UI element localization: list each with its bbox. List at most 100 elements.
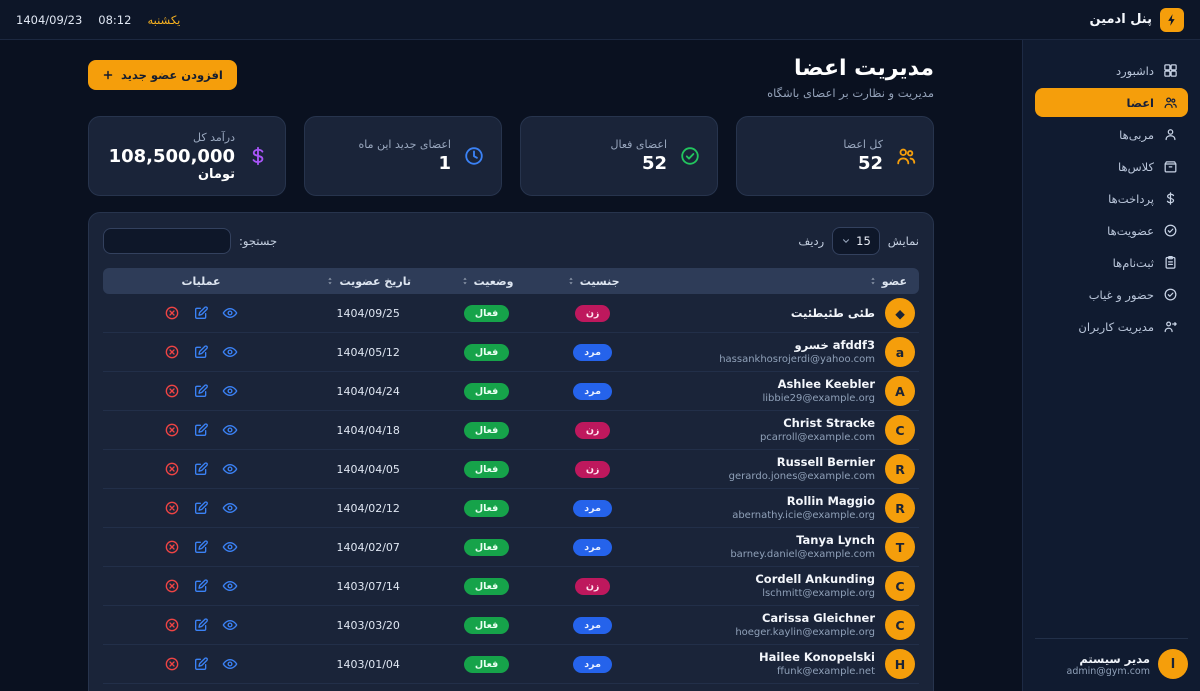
dollar-icon: [247, 145, 269, 167]
gender-cell: مرد: [536, 344, 650, 361]
status-cell: فعال: [438, 500, 536, 517]
stat-text: اعضای فعال 52: [610, 138, 667, 174]
sidebar-item-label: داشبورد: [1116, 64, 1154, 78]
delete-icon[interactable]: [164, 461, 180, 477]
status-badge: فعال: [464, 578, 509, 595]
sidebar-item[interactable]: ثبت‌نام‌ها: [1035, 248, 1188, 277]
sidebar-item[interactable]: مربی‌ها: [1035, 120, 1188, 149]
status-badge: فعال: [464, 383, 509, 400]
page-header: مدیریت اعضا مدیریت و نظارت بر اعضای باشگ…: [88, 56, 934, 100]
sidebar-item[interactable]: مدیریت کاربران: [1035, 312, 1188, 341]
page-title: مدیریت اعضا: [767, 56, 934, 81]
edit-icon[interactable]: [193, 500, 209, 516]
eye-icon[interactable]: [222, 344, 238, 360]
edit-icon[interactable]: [193, 344, 209, 360]
page-subtitle: مدیریت و نظارت بر اعضای باشگاه: [767, 86, 934, 100]
join-date: 1404/04/24: [299, 385, 438, 398]
eye-icon[interactable]: [222, 422, 238, 438]
gender-cell: مرد: [536, 617, 650, 634]
gender-cell: مرد: [536, 383, 650, 400]
status-badge: فعال: [464, 461, 509, 478]
column-header[interactable]: تاریخ عضویت: [299, 275, 438, 288]
page-size-select[interactable]: 15: [832, 227, 880, 255]
gender-badge: زن: [575, 422, 611, 439]
stat-label: اعضای فعال: [610, 138, 667, 151]
member-email: hassankhosrojerdi@yahoo.com: [719, 353, 875, 366]
delete-icon[interactable]: [164, 656, 180, 672]
row-actions: [103, 500, 299, 516]
table-row: aafddf3 خسروhassankhosrojerdi@yahoo.comم…: [103, 333, 919, 372]
member-name: Cordell Ankunding: [755, 572, 875, 587]
sidebar-item[interactable]: کلاس‌ها: [1035, 152, 1188, 181]
member-text: afddf3 خسروhassankhosrojerdi@yahoo.com: [719, 338, 875, 366]
eye-icon[interactable]: [222, 656, 238, 672]
status-badge: فعال: [464, 656, 509, 673]
eye-icon[interactable]: [222, 617, 238, 633]
memberships-icon: [1163, 223, 1178, 238]
sidebar-item[interactable]: عضویت‌ها: [1035, 216, 1188, 245]
member-text: Carissa Gleichnerhoeger.kaylin@example.o…: [735, 611, 875, 639]
delete-icon[interactable]: [164, 500, 180, 516]
eye-icon[interactable]: [222, 500, 238, 516]
sidebar-item[interactable]: پرداخت‌ها: [1035, 184, 1188, 213]
join-date: 1404/09/25: [299, 307, 438, 320]
delete-icon[interactable]: [164, 617, 180, 633]
eye-icon[interactable]: [222, 383, 238, 399]
column-header[interactable]: وضعیت: [438, 275, 536, 288]
member-text: Ashlee Keeblerlibbie29@example.org: [762, 377, 875, 405]
edit-icon[interactable]: [193, 383, 209, 399]
member-avatar: R: [885, 454, 915, 484]
edit-icon[interactable]: [193, 617, 209, 633]
gender-cell: مرد: [536, 500, 650, 517]
edit-icon[interactable]: [193, 578, 209, 594]
user-management-icon: [1163, 319, 1178, 334]
gender-badge: مرد: [573, 539, 612, 556]
table-row: HHailee Konopelskiffunk@example.netمردفع…: [103, 645, 919, 684]
search-label: جستجو:: [239, 234, 277, 248]
eye-icon[interactable]: [222, 539, 238, 555]
plus-icon: [102, 69, 114, 81]
sidebar-item[interactable]: حضور و غیاب: [1035, 280, 1188, 309]
sidebar-user-card[interactable]: ا مدیر سیستم admin@gym.com: [1035, 638, 1188, 679]
column-header[interactable]: جنسیت: [536, 275, 650, 288]
member-avatar: H: [885, 649, 915, 679]
sidebar-nav: داشبورد اعضا مربی‌ها کلاس‌ها پرداخت‌ها عضویت‌…: [1035, 56, 1188, 628]
sidebar-item[interactable]: داشبورد: [1035, 56, 1188, 85]
registrations-icon: [1163, 255, 1178, 270]
gender-badge: مرد: [573, 383, 612, 400]
search-input[interactable]: [103, 228, 231, 254]
member-email: hoeger.kaylin@example.org: [735, 626, 875, 639]
status-cell: فعال: [438, 578, 536, 595]
eye-icon[interactable]: [222, 578, 238, 594]
gender-badge: زن: [575, 305, 611, 322]
column-header[interactable]: عضو: [650, 275, 919, 288]
sidebar-item-label: عضویت‌ها: [1107, 224, 1154, 238]
classes-icon: [1163, 159, 1178, 174]
add-member-button[interactable]: افزودن عضو جدید: [88, 60, 237, 90]
sidebar-item-label: حضور و غیاب: [1089, 288, 1154, 302]
member-name: Rollin Maggio: [732, 494, 875, 509]
delete-icon[interactable]: [164, 305, 180, 321]
member-cell: TTanya Lynchbarney.daniel@example.com: [650, 532, 919, 562]
delete-icon[interactable]: [164, 383, 180, 399]
delete-icon[interactable]: [164, 578, 180, 594]
delete-icon[interactable]: [164, 539, 180, 555]
member-cell: CCordell Ankundinglschmitt@example.org: [650, 571, 919, 601]
delete-icon[interactable]: [164, 422, 180, 438]
row-actions: [103, 539, 299, 555]
edit-icon[interactable]: [193, 422, 209, 438]
sidebar-item[interactable]: اعضا: [1035, 88, 1188, 117]
edit-icon[interactable]: [193, 305, 209, 321]
member-name: Christ Stracke: [760, 416, 875, 431]
eye-icon[interactable]: [222, 461, 238, 477]
edit-icon[interactable]: [193, 539, 209, 555]
status-badge: فعال: [464, 617, 509, 634]
status-cell: فعال: [438, 383, 536, 400]
weekday-label: یکشنبه: [147, 13, 180, 27]
edit-icon[interactable]: [193, 461, 209, 477]
edit-icon[interactable]: [193, 656, 209, 672]
eye-icon[interactable]: [222, 305, 238, 321]
delete-icon[interactable]: [164, 344, 180, 360]
table-row: CCordell Ankundinglschmitt@example.orgزن…: [103, 567, 919, 606]
stat-value: 52: [610, 153, 667, 174]
